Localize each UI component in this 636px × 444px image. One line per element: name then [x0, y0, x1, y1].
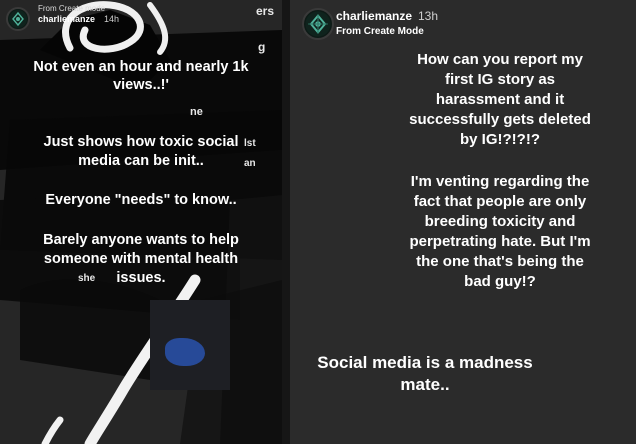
- background-photo-blue-patch: [165, 338, 205, 366]
- avatar[interactable]: [6, 7, 30, 31]
- left-story-panel: From Create mode charliemanze 14h ers g …: [0, 0, 282, 444]
- post-time: 14h: [104, 14, 120, 24]
- story-line: Everyone "needs" to know..: [45, 192, 237, 208]
- story-line: first IG story as: [444, 71, 556, 88]
- green-emblem-icon: [9, 10, 27, 28]
- story-line: perpetrating hate. But I'm: [409, 233, 591, 250]
- panel-divider: [282, 0, 290, 444]
- story-line: Social media is a madness: [317, 353, 533, 372]
- green-emblem-icon: [305, 11, 331, 37]
- avatar[interactable]: [302, 8, 334, 40]
- story-line: breeding toxicity and: [424, 213, 576, 230]
- story-line: I'm venting regarding the: [410, 173, 590, 190]
- from-create-mode-label: From Create mode: [38, 4, 106, 13]
- story-line: Not even an hour and nearly 1k: [33, 59, 249, 75]
- post-time: 13h: [418, 9, 439, 23]
- story-line: views..!': [113, 77, 169, 93]
- story-line: bad guy!?: [464, 273, 536, 290]
- story-line: How can you report my: [417, 51, 583, 68]
- username[interactable]: charliemanze: [38, 14, 95, 24]
- story-line: harassment and it: [435, 91, 565, 108]
- username[interactable]: charliemanze: [336, 9, 412, 23]
- story-line: media can be init..: [78, 153, 204, 169]
- hidden-text-fragment: ers: [256, 4, 275, 18]
- story-line: successfully gets deleted: [409, 111, 591, 128]
- right-story-panel: charliemanze 13h From Create Mode How ca…: [290, 0, 636, 444]
- story-line: issues.: [116, 270, 166, 286]
- hidden-text-fragment: ne: [190, 106, 203, 118]
- story-line: fact that people are only: [413, 193, 587, 210]
- story-line: by IG!?!?!?: [460, 131, 540, 148]
- from-create-mode-label: From Create Mode: [336, 26, 424, 37]
- story-line: someone with mental health: [43, 251, 239, 267]
- story-line: Just shows how toxic social: [43, 134, 239, 150]
- story-line: mate..: [400, 375, 450, 394]
- hidden-text-fragment: g: [258, 40, 266, 54]
- story-line: the one that's being the: [416, 253, 584, 270]
- story-line: Barely anyone wants to help: [43, 232, 239, 248]
